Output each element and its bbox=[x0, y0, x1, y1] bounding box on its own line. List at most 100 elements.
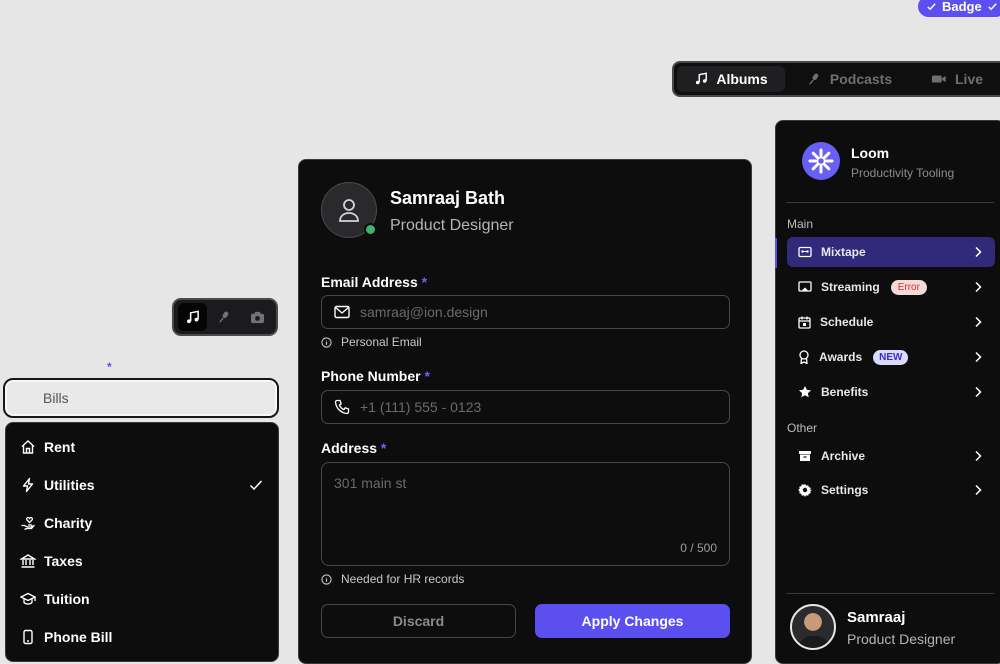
email-hint-text: Personal Email bbox=[341, 335, 422, 349]
phone-field[interactable]: +1 (111) 555 - 0123 bbox=[321, 390, 730, 424]
error-badge: Error bbox=[890, 279, 927, 295]
option-rent[interactable]: Rent bbox=[6, 428, 278, 466]
required-marker: * bbox=[421, 274, 428, 290]
lightning-icon bbox=[22, 477, 34, 493]
microphone-icon bbox=[809, 73, 819, 85]
discard-button[interactable]: Discard bbox=[321, 604, 516, 638]
email-hint: Personal Email bbox=[321, 335, 422, 349]
toggle-music[interactable] bbox=[178, 303, 208, 331]
check-icon bbox=[249, 480, 263, 491]
email-field[interactable]: samraaj@ion.design bbox=[321, 295, 730, 329]
option-label: Taxes bbox=[44, 553, 83, 569]
active-indicator bbox=[775, 238, 777, 268]
brand-subtitle: Productivity Tooling bbox=[851, 166, 955, 180]
check-icon bbox=[988, 3, 997, 11]
music-note-icon bbox=[696, 72, 708, 85]
toggle-camera[interactable] bbox=[243, 303, 272, 331]
option-label: Rent bbox=[44, 439, 76, 455]
graduation-cap-icon bbox=[20, 592, 36, 605]
brand-logo bbox=[802, 142, 840, 180]
required-marker: * bbox=[380, 440, 387, 456]
sidebar-item-mixtape[interactable]: Mixtape bbox=[787, 237, 995, 267]
info-icon bbox=[321, 336, 332, 348]
sidebar-item-streaming[interactable]: Streaming Error bbox=[787, 272, 995, 302]
tab-label: Podcasts bbox=[829, 71, 893, 87]
option-label: Utilities bbox=[44, 477, 95, 493]
loom-logo-icon bbox=[808, 148, 834, 174]
chevron-right-icon bbox=[975, 246, 982, 258]
hand-heart-icon bbox=[21, 516, 35, 531]
badge-label: Badge bbox=[942, 0, 982, 14]
sidebar-item-label: Benefits bbox=[821, 385, 869, 399]
option-taxes[interactable]: Taxes bbox=[6, 542, 278, 580]
sidebar-item-archive[interactable]: Archive bbox=[787, 441, 995, 471]
star-icon bbox=[799, 386, 811, 398]
sidebar-item-label: Settings bbox=[821, 483, 869, 497]
microphone-icon bbox=[219, 311, 229, 323]
gear-icon bbox=[798, 484, 812, 497]
sidebar: Loom Productivity Tooling Main Mixtape S… bbox=[775, 120, 1000, 664]
address-label-text: Address bbox=[321, 440, 378, 456]
required-marker: * bbox=[107, 360, 112, 374]
chevron-right-icon bbox=[975, 351, 982, 363]
status-badge: Badge bbox=[918, 0, 1000, 17]
address-hint: Needed for HR records bbox=[321, 572, 464, 586]
sidebar-item-schedule[interactable]: Schedule bbox=[787, 307, 995, 337]
required-marker: * bbox=[424, 368, 430, 384]
option-utilities[interactable]: Utilities bbox=[6, 466, 278, 504]
sidebar-item-label: Streaming bbox=[821, 280, 880, 294]
chevron-right-icon bbox=[975, 450, 982, 462]
music-note-icon bbox=[187, 310, 200, 323]
section-title-main: Main bbox=[787, 217, 814, 231]
divider bbox=[786, 202, 994, 203]
sidebar-item-settings[interactable]: Settings bbox=[787, 475, 995, 505]
profile-role: Product Designer bbox=[390, 217, 514, 234]
archive-icon bbox=[799, 451, 811, 461]
user-icon bbox=[339, 199, 359, 222]
icon-toggle-group bbox=[172, 298, 278, 336]
select-value: Bills bbox=[43, 390, 69, 406]
option-tuition[interactable]: Tuition bbox=[6, 580, 278, 618]
phone-label: Phone Number * bbox=[321, 368, 430, 384]
avatar bbox=[321, 182, 377, 238]
envelope-icon bbox=[334, 305, 350, 319]
info-icon bbox=[321, 573, 332, 585]
option-charity[interactable]: Charity bbox=[6, 504, 278, 542]
media-tabs: Albums Podcasts Live bbox=[672, 61, 1000, 97]
option-label: Charity bbox=[44, 515, 93, 531]
camera-icon bbox=[250, 311, 264, 323]
email-label: Email Address * bbox=[321, 274, 427, 290]
chevron-right-icon bbox=[975, 281, 982, 293]
option-phone-bill[interactable]: Phone Bill bbox=[6, 618, 278, 656]
option-label: Phone Bill bbox=[44, 629, 113, 645]
video-camera-icon bbox=[931, 75, 946, 83]
sidebar-item-label: Archive bbox=[821, 449, 866, 463]
house-icon bbox=[21, 440, 35, 454]
tab-label: Live bbox=[955, 71, 984, 87]
apply-changes-button[interactable]: Apply Changes bbox=[535, 604, 730, 638]
section-title-other: Other bbox=[787, 421, 818, 435]
sidebar-item-awards[interactable]: Awards NEW bbox=[787, 342, 995, 372]
calendar-icon bbox=[798, 316, 811, 329]
chevron-right-icon bbox=[975, 316, 982, 328]
user-avatar[interactable] bbox=[790, 604, 836, 650]
address-hint-text: Needed for HR records bbox=[341, 572, 465, 586]
chevron-right-icon bbox=[975, 386, 982, 398]
new-badge: NEW bbox=[873, 349, 909, 365]
phone-label-text: Phone Number bbox=[321, 368, 421, 384]
toggle-microphone[interactable] bbox=[210, 303, 239, 331]
cassette-icon bbox=[798, 246, 812, 258]
brand-name: Loom bbox=[851, 145, 890, 161]
check-icon bbox=[927, 3, 936, 11]
tab-albums[interactable]: Albums bbox=[677, 66, 785, 92]
option-label: Tuition bbox=[44, 591, 90, 607]
phone-device-icon bbox=[23, 629, 33, 645]
tab-podcasts[interactable]: Podcasts bbox=[789, 66, 911, 92]
address-textarea[interactable]: 301 main st 0 / 500 bbox=[321, 462, 730, 566]
online-status-dot bbox=[364, 223, 377, 236]
tab-live[interactable]: Live bbox=[915, 66, 999, 92]
bill-select[interactable]: Bills bbox=[3, 378, 279, 418]
email-placeholder: samraaj@ion.design bbox=[360, 304, 488, 320]
sidebar-item-label: Awards bbox=[819, 350, 863, 364]
sidebar-item-benefits[interactable]: Benefits bbox=[787, 377, 995, 407]
